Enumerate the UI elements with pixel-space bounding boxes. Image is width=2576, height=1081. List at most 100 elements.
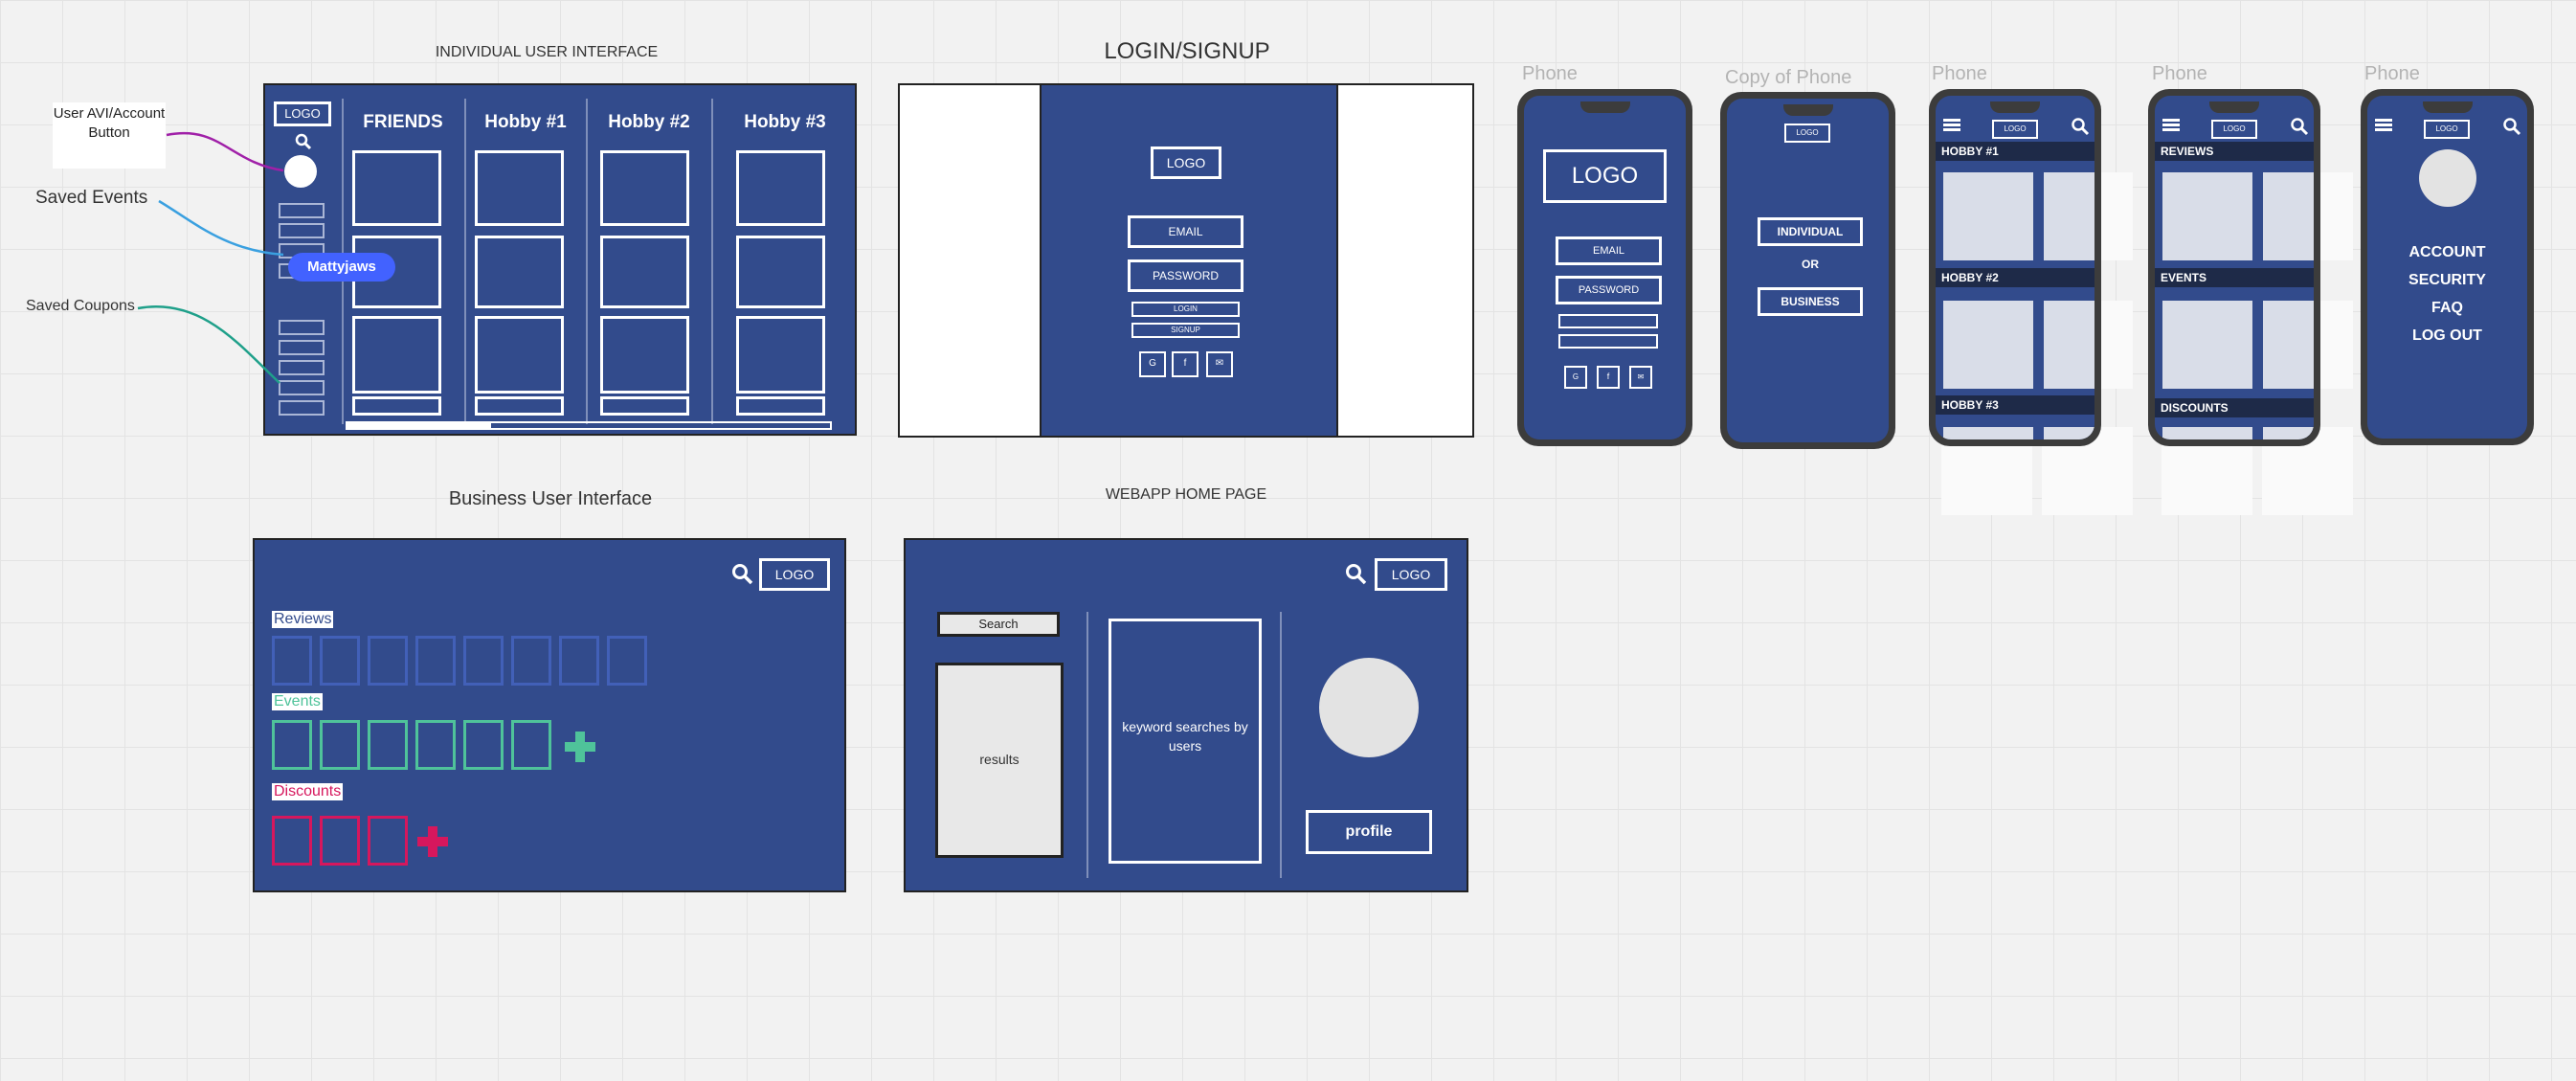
review-card[interactable] [320,636,360,686]
hobby-card[interactable] [600,316,689,394]
horizontal-scrollbar[interactable] [346,421,832,430]
phone-screen: LOGO ACCOUNT SECURITY FAQ LOG OUT [2367,96,2527,439]
hobby-card[interactable] [736,316,825,394]
business-tile[interactable] [2162,427,2252,439]
password-field[interactable]: PASSWORD [1556,276,1662,304]
email-field[interactable]: EMAIL [1556,236,1662,265]
phone-label: Phone [1522,63,1578,84]
business-tile[interactable] [2263,172,2314,260]
hamburger-menu-icon[interactable] [2375,119,2392,132]
business-button[interactable]: BUSINESS [1758,287,1863,316]
search-icon[interactable] [1345,563,1368,586]
event-card[interactable] [320,720,360,770]
search-input[interactable]: Search [937,612,1060,637]
review-card[interactable] [511,636,551,686]
profile-button[interactable]: profile [1306,810,1432,854]
hobby-tile[interactable] [2044,427,2094,439]
email-field[interactable]: EMAIL [1128,215,1243,248]
signup-button[interactable]: SIGNUP [1131,323,1240,338]
phone-label: Copy of Phone [1725,67,1852,88]
hamburger-menu-icon[interactable] [1943,119,1960,132]
business-ui-frame: LOGO Reviews Events Discounts [253,538,846,892]
hobby-card[interactable] [600,396,689,416]
password-field[interactable]: PASSWORD [1128,259,1243,292]
menu-item-account[interactable]: ACCOUNT [2367,244,2527,261]
business-tile[interactable] [2263,301,2314,389]
hobby-tile[interactable] [2044,301,2094,389]
login-button[interactable] [1558,314,1658,328]
search-icon[interactable] [731,563,754,586]
or-text: OR [1802,258,1819,271]
review-card[interactable] [607,636,647,686]
event-card[interactable] [272,720,312,770]
events-label: Events [272,693,323,710]
hobby-card[interactable] [736,150,825,226]
logo: LOGO [1151,146,1221,179]
column-header-hobby-3: Hobby #3 [744,112,826,132]
keyword-searches-panel[interactable]: keyword searches by users [1109,619,1262,864]
social-login-icon[interactable]: f [1597,366,1620,389]
add-discount-plus-icon[interactable] [417,826,448,857]
review-card[interactable] [463,636,504,686]
column-header-friends: FRIENDS [363,112,443,132]
individual-button[interactable]: INDIVIDUAL [1758,217,1863,246]
hobby-card[interactable] [600,236,689,308]
hobby-card[interactable] [475,316,564,394]
menu-item-security[interactable]: SECURITY [2367,272,2527,289]
event-card[interactable] [511,720,551,770]
hobby-card[interactable] [600,150,689,226]
saved-coupon-item[interactable] [279,400,325,416]
business-tile[interactable] [2263,427,2314,439]
profile-avatar[interactable] [1319,658,1419,757]
social-login-icon[interactable]: ✉ [1629,366,1652,389]
discount-card[interactable] [272,816,312,866]
social-login-icon[interactable]: G [1564,366,1587,389]
event-card[interactable] [463,720,504,770]
hobby-card[interactable] [475,150,564,226]
hobby-tile[interactable] [2044,172,2094,260]
business-tile[interactable] [2162,172,2252,260]
hobby-card[interactable] [736,236,825,308]
review-card[interactable] [368,636,408,686]
search-icon[interactable] [2502,117,2521,136]
friend-card[interactable] [352,396,441,416]
search-icon[interactable] [2290,117,2309,136]
menu-item-logout[interactable]: LOG OUT [2367,327,2527,345]
social-login-icon[interactable]: ✉ [1206,351,1233,377]
add-event-plus-icon[interactable] [565,732,595,762]
profile-avatar[interactable] [2419,149,2476,207]
signup-button[interactable] [1558,334,1658,349]
login-frame: LOGO EMAIL PASSWORD LOGIN SIGNUP G f ✉ [898,83,1474,438]
review-card[interactable] [272,636,312,686]
review-card[interactable] [559,636,599,686]
social-login-icon[interactable]: G [1139,351,1166,377]
menu-item-faq[interactable]: FAQ [2367,300,2527,317]
friend-card[interactable] [352,150,441,226]
hobby-card[interactable] [736,396,825,416]
hobby-card[interactable] [475,396,564,416]
logo: LOGO [1375,558,1447,591]
hobby-tile[interactable] [1943,427,2033,439]
logo: LOGO [1784,124,1830,143]
phone-screen: LOGO REVIEWS EVENTS DISCOUNTS [2155,96,2314,439]
column-header-hobby-2: Hobby #2 [608,112,690,132]
friend-card[interactable] [352,316,441,394]
login-button[interactable]: LOGIN [1131,302,1240,317]
login-panel: LOGO EMAIL PASSWORD LOGIN SIGNUP G f ✉ [1040,85,1338,436]
discount-card[interactable] [320,816,360,866]
search-icon[interactable] [2071,117,2090,136]
phone-screen: LOGO HOBBY #1 HOBBY #2 HOBBY #3 [1936,96,2094,439]
hobby-card[interactable] [475,236,564,308]
phone-label: Phone [1932,63,1987,84]
hobby-tile[interactable] [1943,172,2033,260]
hamburger-menu-icon[interactable] [2162,119,2180,132]
hobby-tile[interactable] [1943,301,2033,389]
discount-card[interactable] [368,816,408,866]
event-card[interactable] [415,720,456,770]
social-login-icon[interactable]: f [1172,351,1198,377]
results-panel[interactable]: results [935,663,1064,858]
review-card[interactable] [415,636,456,686]
event-card[interactable] [368,720,408,770]
scrollbar-thumb[interactable] [347,423,491,428]
business-tile[interactable] [2162,301,2252,389]
